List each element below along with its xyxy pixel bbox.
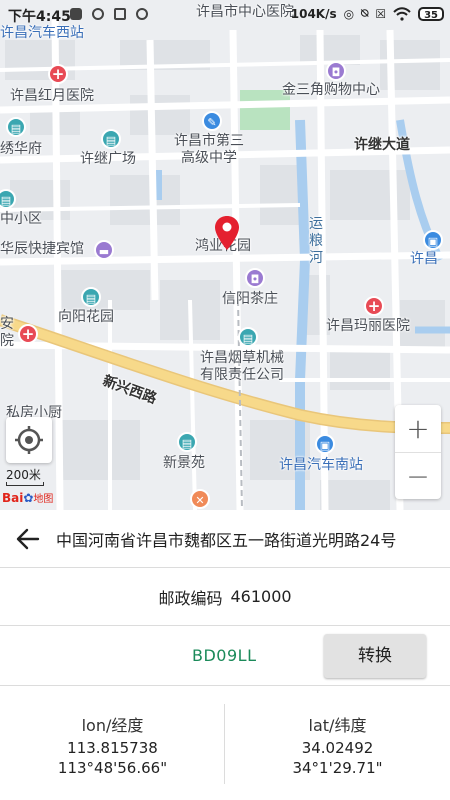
road-xuji: 许继大道	[354, 137, 410, 153]
crosshair-icon	[15, 426, 43, 454]
location-pin-icon	[215, 216, 239, 250]
coord-system-row: BD09LL 转换	[0, 626, 450, 686]
longitude-column: lon/经度 113.815738 113°48'56.66"	[0, 686, 225, 786]
poi-sanjiao-mall[interactable]: 金三角购物中心	[282, 82, 380, 99]
poi-xiangyang-garden[interactable]: 向阳花园	[58, 309, 114, 326]
school-icon[interactable]: ✎	[202, 111, 222, 131]
poi-xinjingyuan[interactable]: 新景苑	[163, 455, 205, 472]
hospital-icon[interactable]: +	[364, 296, 384, 316]
shopping-icon[interactable]: ◘	[326, 61, 346, 81]
residence-icon[interactable]: ▤	[177, 432, 197, 452]
battery-icon: 35	[418, 6, 444, 21]
residence-icon[interactable]: ▤	[6, 117, 26, 137]
poi-school[interactable]: 许昌市第三 高级中学	[174, 133, 244, 167]
longitude-decimal: 113.815738	[67, 739, 158, 757]
status-bar: 下午4:45 104K/s ◎ ⍉ ☒ 35	[0, 0, 450, 30]
poi-mali-hospital[interactable]: 许昌玛丽医院	[326, 318, 410, 335]
notification-square-icon	[70, 8, 82, 20]
info-panel: 中国河南省许昌市魏都区五一路街道光明路24号 邮政编码 461000 BD09L…	[0, 510, 450, 800]
alarm-off-icon: ⍉	[361, 6, 369, 20]
square-icon[interactable]: ▤	[101, 129, 121, 149]
river-label: 运 粮 河	[309, 216, 323, 266]
poi-xuji-square[interactable]: 许继广场	[80, 151, 136, 168]
address-text: 中国河南省许昌市魏都区五一路街道光明路24号	[56, 530, 397, 550]
poi-xuchang-right[interactable]: 许昌	[410, 251, 438, 268]
latitude-decimal: 34.02492	[301, 739, 374, 757]
poi-hongye-hospital[interactable]: 许昌红月医院	[10, 88, 94, 105]
map-scale-bar	[6, 482, 44, 486]
residence-icon[interactable]: ▤	[81, 287, 101, 307]
mail-icon	[114, 8, 126, 20]
hotel-icon[interactable]: ▬	[94, 240, 114, 260]
wifi-icon	[393, 6, 411, 21]
shop-icon[interactable]: ◘	[245, 268, 265, 288]
restaurant-icon[interactable]: ✕	[190, 489, 210, 509]
hospital-icon[interactable]: +	[48, 64, 68, 84]
bus-station-icon[interactable]: ▣	[315, 434, 335, 454]
lat-lon-row: lon/经度 113.815738 113°48'56.66" lat/纬度 3…	[0, 686, 450, 800]
circle-icon	[136, 8, 148, 20]
paw-icon: ✿	[23, 491, 34, 505]
zip-row: 邮政编码 461000	[0, 568, 450, 626]
baidu-logo-text: Bai	[2, 491, 24, 505]
poi-xiaoqu[interactable]: 中小区	[0, 211, 42, 228]
map-scale-label: 200米	[6, 468, 41, 482]
convert-button[interactable]: 转换	[324, 634, 426, 678]
back-button[interactable]	[0, 510, 56, 568]
address-row: 中国河南省许昌市魏都区五一路街道光明路24号	[0, 510, 450, 568]
poi-tobacco[interactable]: 许昌烟草机械 有限责任公司	[200, 350, 284, 384]
latitude-title: lat/纬度	[308, 716, 367, 735]
zoom-in-button[interactable]: +	[395, 405, 441, 452]
hospital-icon[interactable]: +	[18, 324, 38, 344]
zip-label: 邮政编码	[158, 588, 223, 608]
bus-station-icon[interactable]: ▣	[423, 230, 443, 250]
poi-xinyang-tea[interactable]: 信阳茶庄	[222, 291, 278, 308]
latitude-dms: 34°1'29.71"	[292, 759, 383, 777]
coord-system-value[interactable]: BD09LL	[192, 646, 256, 665]
company-icon[interactable]: ▤	[238, 327, 258, 347]
status-time: 下午4:45	[8, 9, 71, 25]
longitude-dms: 113°48'56.66"	[57, 759, 168, 777]
zip-value: 461000	[230, 587, 292, 606]
longitude-title: lon/经度	[81, 716, 144, 735]
locate-button[interactable]	[6, 417, 52, 463]
poi-an-yuan[interactable]: 安 院	[0, 316, 14, 350]
notification-icons	[70, 8, 148, 20]
circle-icon	[92, 8, 104, 20]
latitude-column: lat/纬度 34.02492 34°1'29.71"	[225, 686, 450, 786]
network-speed: 104K/s	[290, 6, 337, 21]
baidu-logo: Bai✿地图	[2, 490, 53, 505]
zoom-control: + −	[395, 405, 441, 499]
sim-blocked-icon: ☒	[375, 6, 387, 21]
arrow-left-icon	[16, 528, 40, 549]
map-view[interactable]: + ◘ ▤ ▤ ✎ ▤ ▬ ◘ ▤ + + ▤ ▤ ▣ ✕ ▣ 许昌汽车西站 许…	[0, 0, 450, 510]
zoom-out-button[interactable]: −	[395, 452, 441, 499]
location-icon: ◎	[343, 6, 355, 21]
poi-xiuhua[interactable]: 绣华府	[0, 141, 42, 158]
status-right: 104K/s ◎ ⍉ ☒ 35	[291, 6, 444, 21]
baidu-logo-map-text: 地图	[33, 494, 54, 505]
poi-huachen-hotel[interactable]: 华辰快捷宾馆	[0, 241, 84, 258]
poi-bus-south[interactable]: 许昌汽车南站	[279, 457, 363, 474]
